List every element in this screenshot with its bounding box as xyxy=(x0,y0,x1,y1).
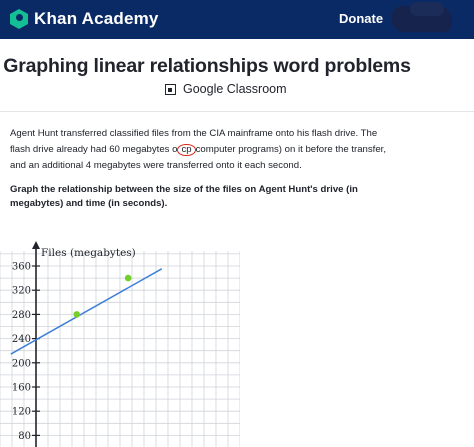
y-tick-label: 320 xyxy=(12,286,31,297)
khan-academy-logo[interactable]: Khan Academy xyxy=(10,9,159,29)
top-navigation-bar: Khan Academy Donate xyxy=(0,0,474,39)
y-tick-label: 360 xyxy=(12,262,31,273)
y-tick-label: 80 xyxy=(18,431,31,442)
google-classroom-label: Google Classroom xyxy=(183,82,287,96)
graph-points xyxy=(73,274,132,318)
page-title: Graphing linear relationships word probl… xyxy=(3,55,411,77)
problem-statement: Agent Hunt transferred classified files … xyxy=(10,126,395,174)
user-menu-obscured-top xyxy=(410,2,444,16)
google-classroom-icon xyxy=(165,83,176,95)
graph-point[interactable] xyxy=(124,274,132,282)
y-tick-label: 280 xyxy=(12,310,31,321)
donate-link[interactable]: Donate xyxy=(339,11,383,26)
question-prompt: Graph the relationship between the size … xyxy=(10,184,358,209)
initial-value: 60 xyxy=(109,144,120,155)
brand-name: Khan Academy xyxy=(34,9,159,28)
y-tick-label: 160 xyxy=(12,383,31,394)
y-axis-label: Files (megabytes) xyxy=(41,247,136,259)
y-tick-label: 120 xyxy=(12,407,31,418)
y-tick-label: 200 xyxy=(12,358,31,369)
graph-point[interactable] xyxy=(73,311,81,318)
circled-annotation: cp xyxy=(177,144,196,156)
google-classroom-button[interactable]: Google Classroom xyxy=(165,82,287,96)
y-axis-arrow xyxy=(32,241,40,249)
problem-text-2: megabytes o xyxy=(119,144,178,155)
page-header: Graphing linear relationships word probl… xyxy=(0,39,474,112)
khan-academy-hexagon-icon xyxy=(10,9,28,29)
graph-area[interactable]: 80120160200240280320360 Files (megabytes… xyxy=(0,233,240,447)
graph-line[interactable] xyxy=(10,268,163,355)
problem-text-4: megabytes were transferred onto it each … xyxy=(91,160,302,171)
